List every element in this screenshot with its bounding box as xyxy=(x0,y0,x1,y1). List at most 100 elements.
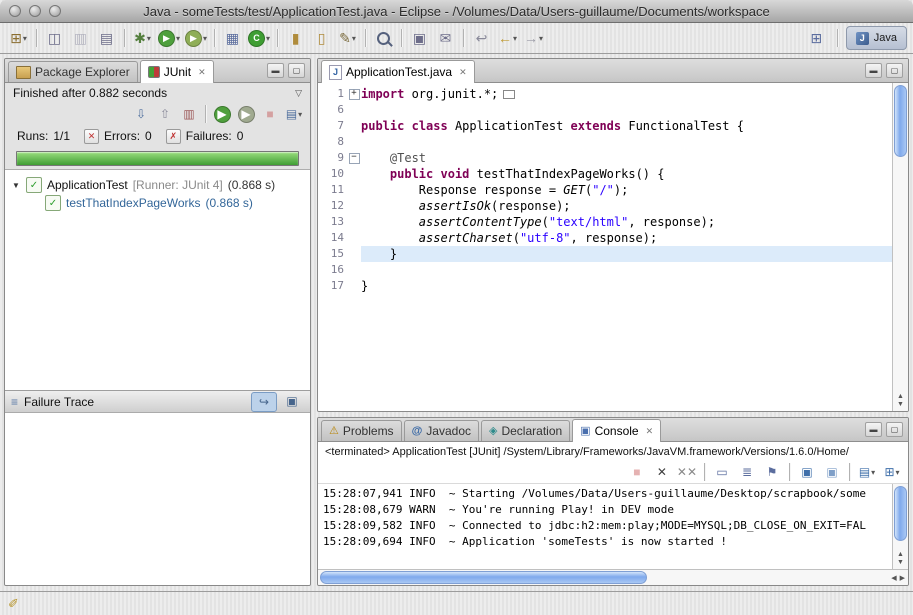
display-selected-console-button[interactable]: ▤▾ xyxy=(855,462,879,482)
print-button[interactable]: ▤ xyxy=(94,26,119,50)
console-horizontal-scrollbar[interactable]: ◀ ▶ xyxy=(318,569,908,585)
code-line-8[interactable]: 8 xyxy=(318,134,892,150)
scroll-lock-button[interactable]: ≣ xyxy=(735,462,759,482)
junit-view: Package Explorer JUnit ✕ ▬ ▢ Finished af… xyxy=(4,58,311,586)
forward-button[interactable]: →▾ xyxy=(521,26,546,50)
last-edit-location-button[interactable]: ↩ xyxy=(469,26,494,50)
code-text: @Test xyxy=(361,150,892,166)
run-button[interactable]: ▶▾ xyxy=(156,26,182,50)
collapsed-code-icon[interactable] xyxy=(503,90,515,99)
java-perspective-button[interactable]: J Java xyxy=(846,26,907,50)
code-line-10[interactable]: 10 public void testThatIndexPageWorks() … xyxy=(318,166,892,182)
code-line-16[interactable]: 16 xyxy=(318,262,892,278)
search-button[interactable] xyxy=(371,26,396,50)
scroll-down-icon[interactable]: ▼ xyxy=(897,401,904,409)
console-vertical-scrollbar[interactable]: ▲ ▼ xyxy=(892,484,908,569)
pin-console-button[interactable]: ⚑ xyxy=(760,462,784,482)
terminate-button-icon: ■ xyxy=(633,466,640,478)
failure-trace-body[interactable] xyxy=(5,413,310,585)
show-failures-only-button[interactable]: ▥ xyxy=(177,104,201,124)
remove-all-terminated-button[interactable]: ✕✕ xyxy=(675,462,699,482)
save-button[interactable]: ◫ xyxy=(42,26,67,50)
fold-collapse-icon[interactable]: − xyxy=(349,153,360,164)
rerun-failed-first-button[interactable]: ▶ xyxy=(234,104,258,124)
tab-declaration[interactable]: ◈ Declaration xyxy=(481,420,570,441)
code-line-9[interactable]: 9− @Test xyxy=(318,150,892,166)
profile-button[interactable]: ▶▾ xyxy=(183,26,209,50)
test-method-row[interactable]: ✓ testThatIndexPageWorks (0.868 s) xyxy=(5,194,310,212)
minimize-console-button[interactable]: ▬ xyxy=(865,422,882,437)
show-previous-failure-button[interactable]: ⇧ xyxy=(153,104,177,124)
maximize-editor-button[interactable]: ▢ xyxy=(886,63,903,78)
scroll-up-icon[interactable]: ▲ xyxy=(897,393,904,401)
rerun-test-button[interactable]: ▶ xyxy=(210,104,234,124)
export-jar-button[interactable]: ▯ xyxy=(309,26,334,50)
scroll-down-icon[interactable]: ▼ xyxy=(897,559,904,567)
tab-problems[interactable]: ⚠ Problems xyxy=(321,420,402,441)
scrollbar-thumb[interactable] xyxy=(320,571,647,584)
code-line-15[interactable]: 15 } xyxy=(318,246,892,262)
annotation-button[interactable]: ✎▾ xyxy=(335,26,360,50)
close-tab-icon[interactable]: ✕ xyxy=(646,426,654,437)
close-window-button[interactable] xyxy=(9,5,21,17)
console-output[interactable]: 15:28:07,941 INFO ~ Starting /Volumes/Da… xyxy=(318,484,892,569)
code-area[interactable]: 1+import org.junit.*;67public class Appl… xyxy=(318,83,892,411)
show-stderr-button[interactable]: ▣ xyxy=(820,462,844,482)
view-menu-button[interactable]: ▽ xyxy=(295,88,302,99)
terminate-button[interactable]: ■ xyxy=(625,462,649,482)
title-bar[interactable]: Java - someTests/test/ApplicationTest.ja… xyxy=(0,0,913,23)
tab-javadoc[interactable]: @ Javadoc xyxy=(404,420,479,441)
code-line-13[interactable]: 13 assertContentType("text/html", respon… xyxy=(318,214,892,230)
tab-console[interactable]: ▣ Console ✕ xyxy=(572,419,661,442)
scroll-left-icon[interactable]: ◀ xyxy=(891,574,896,582)
minimize-editor-button[interactable]: ▬ xyxy=(865,63,882,78)
code-line-1[interactable]: 1+import org.junit.*; xyxy=(318,86,892,102)
close-tab-icon[interactable]: ✕ xyxy=(198,67,206,78)
tab-junit[interactable]: JUnit ✕ xyxy=(140,60,214,83)
fast-view-icon[interactable]: ✐ xyxy=(8,596,19,612)
clear-console-button[interactable]: ▭ xyxy=(710,462,734,482)
back-button[interactable]: ←▾ xyxy=(495,26,520,50)
scroll-up-icon[interactable]: ▲ xyxy=(897,551,904,559)
open-task-button[interactable]: ▣ xyxy=(407,26,432,50)
code-line-7[interactable]: 7public class ApplicationTest extends Fu… xyxy=(318,118,892,134)
code-line-17[interactable]: 17} xyxy=(318,278,892,294)
tab-package-explorer[interactable]: Package Explorer xyxy=(8,61,138,82)
minimize-view-button[interactable]: ▬ xyxy=(267,63,284,78)
open-console-button[interactable]: ⊞▾ xyxy=(880,462,904,482)
tab-applicationtest-java[interactable]: J ApplicationTest.java ✕ xyxy=(321,60,475,83)
new-java-project-button[interactable]: ▦ xyxy=(220,26,245,50)
external-tools-button[interactable]: ✉ xyxy=(433,26,458,50)
debug-button[interactable]: ✱▾ xyxy=(130,26,155,50)
maximize-view-button[interactable]: ▢ xyxy=(288,63,305,78)
show-trace-in-console-button[interactable]: ↪ xyxy=(251,392,277,412)
maximize-console-button[interactable]: ▢ xyxy=(886,422,903,437)
show-next-failure-button[interactable]: ⇩ xyxy=(129,104,153,124)
test-run-history-button[interactable]: ▤▾ xyxy=(282,104,306,124)
code-line-6[interactable]: 6 xyxy=(318,102,892,118)
stop-junit-button[interactable]: ■ xyxy=(258,104,282,124)
scrollbar-thumb[interactable] xyxy=(894,486,907,541)
scrollbar-thumb[interactable] xyxy=(894,85,907,157)
scroll-right-icon[interactable]: ▶ xyxy=(900,574,905,582)
test-suite-row[interactable]: ▼ ✓ ApplicationTest [Runner: JUnit 4] (0… xyxy=(5,176,310,194)
new-class-button[interactable]: C▾ xyxy=(246,26,272,50)
minimize-window-button[interactable] xyxy=(29,5,41,17)
editor-vertical-scrollbar[interactable]: ▲ ▼ xyxy=(892,83,908,411)
test-tree[interactable]: ▼ ✓ ApplicationTest [Runner: JUnit 4] (0… xyxy=(5,169,310,390)
compare-result-button[interactable]: ▣ xyxy=(280,392,304,410)
open-jar-button[interactable]: ▮ xyxy=(283,26,308,50)
fold-expand-icon[interactable]: + xyxy=(349,89,360,100)
close-editor-tab-icon[interactable]: ✕ xyxy=(459,67,467,78)
code-line-11[interactable]: 11 Response response = GET("/"); xyxy=(318,182,892,198)
remove-launch-button[interactable]: ✕ xyxy=(650,462,674,482)
code-line-12[interactable]: 12 assertIsOk(response); xyxy=(318,198,892,214)
open-perspective-button[interactable]: ⊞ xyxy=(804,26,829,50)
code-line-14[interactable]: 14 assertCharset("utf-8", response); xyxy=(318,230,892,246)
show-stdout-button[interactable]: ▣ xyxy=(795,462,819,482)
new-wizard-button[interactable]: ⊞▾ xyxy=(6,26,31,50)
progress-row xyxy=(5,147,310,169)
save-all-button[interactable]: ▥ xyxy=(68,26,93,50)
zoom-window-button[interactable] xyxy=(49,5,61,17)
expand-collapse-icon[interactable]: ▼ xyxy=(11,181,21,190)
